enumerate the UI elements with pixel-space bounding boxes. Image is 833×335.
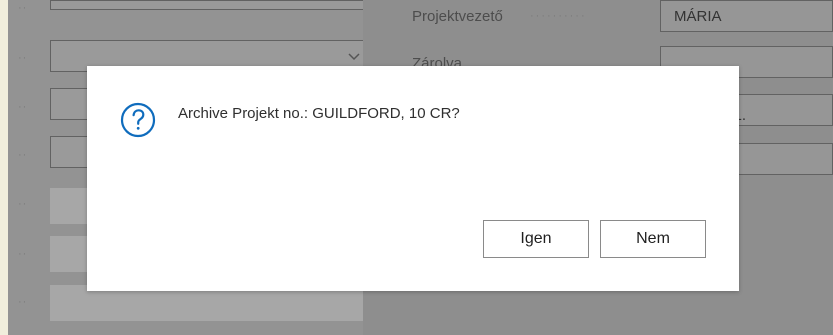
confirm-dialog: Archive Projekt no.: GUILDFORD, 10 CR? I…	[87, 66, 739, 291]
label-dots: ··········	[530, 10, 587, 22]
field-input[interactable]	[50, 0, 368, 10]
field-dots: ··	[18, 101, 28, 113]
field-dots: ··	[18, 248, 28, 260]
project-manager-value: MÁRIA	[674, 8, 722, 25]
dialog-message: Archive Projekt no.: GUILDFORD, 10 CR?	[178, 105, 460, 122]
question-icon	[120, 102, 156, 138]
yes-button[interactable]: Igen	[483, 220, 589, 258]
field-dots: ··	[18, 296, 28, 308]
chevron-down-icon	[348, 53, 360, 61]
field-dots: ··	[18, 2, 28, 14]
field-dots: ··	[18, 52, 28, 64]
field-dots: ··	[18, 149, 28, 161]
project-manager-label: Projektvezető	[412, 8, 503, 25]
no-button[interactable]: Nem	[600, 220, 706, 258]
field-dots: ··	[18, 198, 28, 210]
